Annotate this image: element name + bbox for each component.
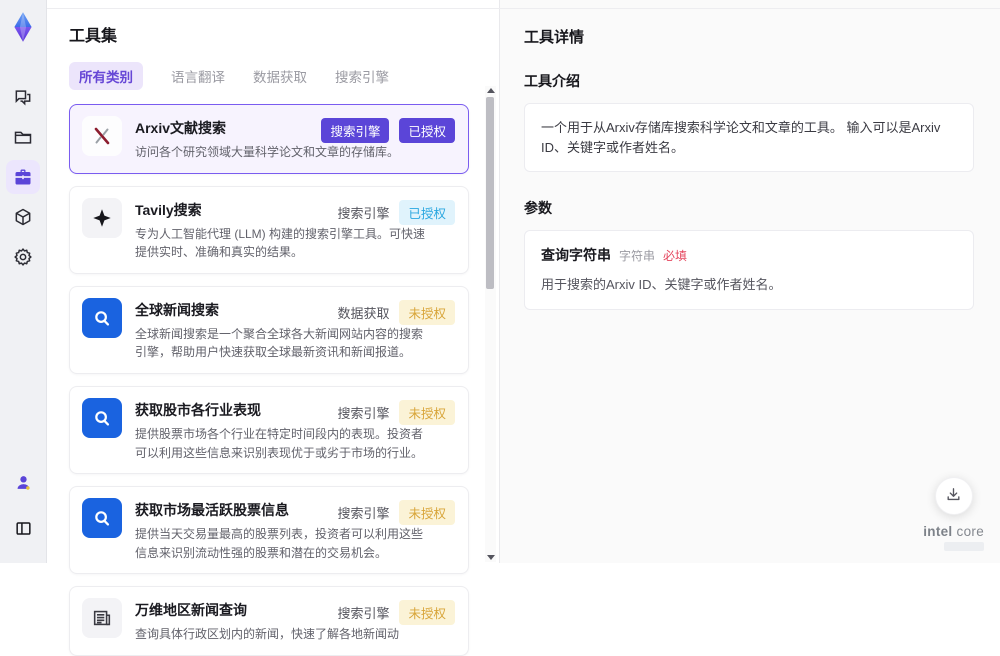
arxiv-icon (82, 116, 122, 156)
tool-category-badge: 搜索引擎 (337, 506, 390, 522)
tool-category-badge: 数据获取 (337, 305, 390, 321)
tool-desc: 提供股票市场各个行业在特定时间段内的表现。投资者可以利用这些信息来识别表现优于或… (135, 426, 424, 460)
sidebar-item-chat[interactable] (6, 80, 40, 114)
download-icon (945, 486, 962, 506)
category-tab-1[interactable]: 语言翻译 (171, 62, 225, 90)
detail-title: 工具详情 (524, 29, 585, 46)
tool-auth-badge: 未授权 (399, 399, 455, 425)
tool-desc: 访问各个研究领域大量科学论文和文章的存储库。 (135, 145, 400, 159)
download-button[interactable] (934, 477, 973, 515)
tab-label: 所有类别 (79, 70, 133, 85)
app-logo-icon (7, 10, 39, 44)
app-window: 工具集 所有类别 语言翻译 数据获取 搜索引擎 Arxiv文献搜索 访问各个研究… (0, 0, 1000, 656)
intro-heading: 工具介绍 (524, 73, 580, 89)
sidebar-item-files[interactable] (6, 120, 40, 154)
param-card: 查询字符串 字符串 必填 用于搜索的Arxiv ID、关键字或作者姓名。 (524, 230, 974, 310)
tool-card[interactable]: 全球新闻搜索 全球新闻搜索是一个聚合全球各大新闻网站内容的搜索引擎，帮助用户快速… (69, 285, 469, 374)
tool-list: Arxiv文献搜索 访问各个研究领域大量科学论文和文章的存储库。 搜索引擎 已授… (69, 104, 469, 656)
chat-icon (13, 87, 33, 107)
sidebar (0, 0, 47, 563)
page-title: 工具集 (69, 28, 118, 45)
tavily-icon (82, 197, 122, 238)
floating-actions: intel core (923, 477, 984, 551)
scrollbar-down-arrow[interactable] (487, 555, 495, 560)
sidebar-item-settings[interactable] (6, 240, 40, 274)
intel-wordmark: intel (923, 524, 953, 539)
tool-category-badge: 搜索引擎 (337, 405, 390, 421)
tool-card[interactable]: Tavily搜索 专为人工智能代理 (LLM) 构建的搜索引擎工具。可快速提供实… (69, 185, 469, 274)
category-tab-2[interactable]: 数据获取 (253, 62, 307, 90)
list-scrollbar[interactable] (485, 86, 496, 562)
category-tabs: 所有类别 语言翻译 数据获取 搜索引擎 (69, 62, 469, 90)
category-tab-0[interactable]: 所有类别 (69, 62, 143, 90)
param-desc: 用于搜索的Arxiv ID、关键字或作者姓名。 (541, 277, 782, 292)
newspaper-icon (82, 598, 122, 639)
tab-label: 语言翻译 (171, 70, 225, 85)
scrollbar-up-arrow[interactable] (487, 88, 495, 93)
tool-card[interactable]: Arxiv文献搜索 访问各个研究领域大量科学论文和文章的存储库。 搜索引擎 已授… (69, 104, 469, 174)
sidebar-item-account[interactable] (6, 465, 40, 499)
ultra-badge (944, 542, 984, 551)
sidebar-item-collapse[interactable] (6, 511, 40, 545)
tool-list-panel: 工具集 所有类别 语言翻译 数据获取 搜索引擎 Arxiv文献搜索 访问各个研究… (47, 0, 500, 656)
tool-category-badge: 搜索引擎 (337, 606, 390, 622)
news-search-icon (82, 397, 122, 438)
scrollbar-thumb[interactable] (486, 97, 494, 289)
sidebar-item-models[interactable] (6, 200, 40, 234)
tool-card[interactable]: 万维地区新闻查询 查询具体行政区划内的新闻，快速了解各地新闻动 搜索引擎 未授权 (69, 586, 469, 656)
tool-card[interactable]: 获取股市各行业表现 提供股票市场各个行业在特定时间段内的表现。投资者可以利用这些… (69, 385, 469, 475)
folder-icon (13, 127, 33, 147)
tool-auth-badge: 未授权 (399, 299, 455, 325)
param-name: 查询字符串 (541, 247, 611, 263)
intro-card: 一个用于从Arxiv存储库搜索科学论文和文章的工具。 输入可以是Arxiv ID… (524, 103, 974, 172)
tool-auth-badge: 已授权 (399, 199, 455, 225)
news-search-icon (82, 498, 122, 539)
tab-label: 搜索引擎 (335, 70, 389, 85)
user-icon (14, 473, 33, 492)
panel-toggle-icon (14, 519, 33, 538)
tool-auth-badge: 未授权 (399, 600, 455, 626)
sidebar-bottom (6, 459, 40, 551)
toolbox-icon (13, 167, 33, 187)
tool-desc: 查询具体行政区划内的新闻，快速了解各地新闻动 (135, 627, 400, 642)
tab-label: 数据获取 (253, 70, 307, 85)
sidebar-item-tools[interactable] (6, 160, 40, 194)
params-heading: 参数 (524, 200, 552, 216)
core-wordmark: core (952, 524, 984, 539)
cube-icon (13, 207, 33, 227)
tool-detail-panel: 工具详情 工具介绍 一个用于从Arxiv存储库搜索科学论文和文章的工具。 输入可… (500, 0, 1000, 563)
param-list: 查询字符串 字符串 必填 用于搜索的Arxiv ID、关键字或作者姓名。 (524, 230, 974, 310)
tool-desc: 提供当天交易量最高的股票列表，投资者可以利用这些信息来识别流动性强的股票和潜在的… (135, 527, 424, 560)
tool-auth-badge: 已授权 (399, 118, 455, 143)
tool-desc: 全球新闻搜索是一个聚合全球各大新闻网站内容的搜索引擎，帮助用户快速获取全球最新资… (135, 326, 424, 360)
tool-desc: 专为人工智能代理 (LLM) 构建的搜索引擎工具。可快速提供实时、准确和真实的结… (135, 226, 426, 260)
category-tab-3[interactable]: 搜索引擎 (335, 62, 389, 90)
gear-icon (13, 247, 33, 267)
param-required-badge: 必填 (663, 249, 688, 263)
sidebar-nav (6, 74, 40, 280)
tool-auth-badge: 未授权 (399, 500, 455, 526)
tool-category-badge: 搜索引擎 (321, 118, 390, 143)
news-search-icon (82, 297, 122, 338)
tool-card[interactable]: 获取市场最活跃股票信息 提供当天交易量最高的股票列表，投资者可以利用这些信息来识… (69, 486, 469, 575)
tool-category-badge: 搜索引擎 (337, 205, 390, 221)
param-type: 字符串 (619, 249, 656, 263)
intro-text: 一个用于从Arxiv存储库搜索科学论文和文章的工具。 输入可以是Arxiv ID… (541, 120, 941, 155)
intel-core-logo: intel core (923, 524, 984, 551)
